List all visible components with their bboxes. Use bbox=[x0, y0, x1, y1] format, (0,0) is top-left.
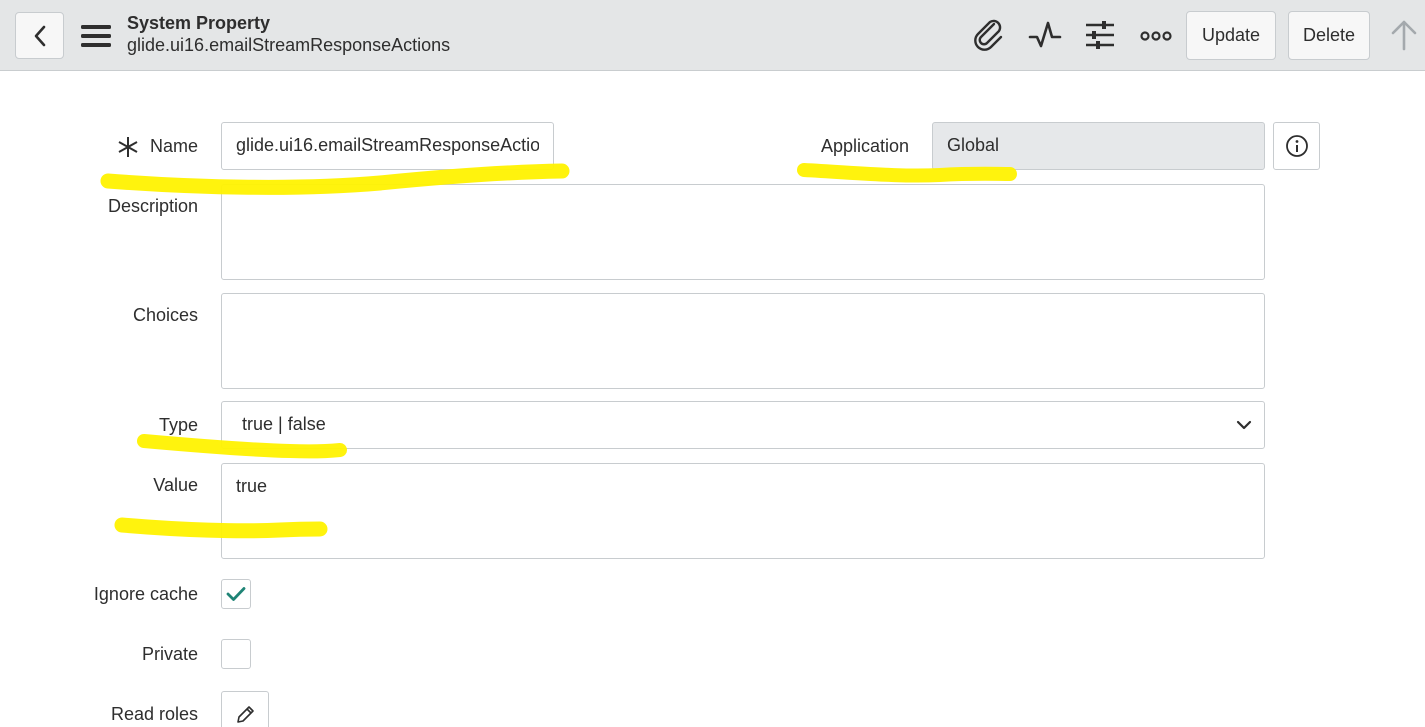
read-roles-edit-button[interactable] bbox=[221, 691, 269, 727]
pencil-icon bbox=[237, 706, 254, 723]
application-field: Global bbox=[932, 122, 1265, 170]
more-horizontal-icon bbox=[1140, 31, 1172, 41]
arrow-up-icon bbox=[1391, 20, 1417, 51]
application-label: Application bbox=[820, 136, 909, 156]
name-field-value: glide.ui16.emailStreamResponseActions bbox=[236, 135, 539, 155]
page-subtitle: glide.ui16.emailStreamResponseActions bbox=[127, 35, 451, 55]
activity-pulse-icon bbox=[1028, 21, 1062, 48]
scroll-top-button[interactable] bbox=[1386, 17, 1422, 53]
page-title: System Property bbox=[127, 13, 271, 33]
private-checkbox[interactable] bbox=[221, 639, 251, 669]
back-button[interactable] bbox=[15, 12, 64, 59]
ignore-cache-checkbox[interactable] bbox=[221, 579, 251, 609]
info-icon bbox=[1285, 135, 1308, 157]
application-field-value: Global bbox=[947, 135, 1000, 155]
type-label: Type bbox=[158, 415, 198, 435]
form-header: System Property glide.ui16.emailStreamRe… bbox=[0, 0, 1425, 71]
value-field-value: true bbox=[236, 476, 268, 496]
private-label: Private bbox=[141, 644, 198, 664]
activity-button[interactable] bbox=[1027, 17, 1063, 53]
chevron-down-icon bbox=[1236, 420, 1252, 430]
sliders-icon bbox=[1086, 21, 1114, 49]
name-label: Name bbox=[149, 136, 198, 156]
update-button[interactable]: Update bbox=[1186, 11, 1276, 60]
type-select-value: true | false bbox=[242, 414, 326, 434]
attachment-button[interactable] bbox=[971, 17, 1007, 53]
delete-button[interactable]: Delete bbox=[1288, 11, 1370, 60]
read-roles-label: Read roles bbox=[110, 704, 198, 724]
ignore-cache-label: Ignore cache bbox=[93, 584, 198, 604]
hamburger-menu-icon[interactable] bbox=[80, 23, 112, 49]
value-textarea[interactable]: true bbox=[221, 463, 1265, 559]
application-info-button[interactable] bbox=[1273, 122, 1320, 170]
settings-sliders-button[interactable] bbox=[1082, 17, 1118, 53]
title-block: System Property glide.ui16.emailStreamRe… bbox=[127, 12, 450, 56]
description-textarea[interactable] bbox=[221, 184, 1265, 280]
type-select[interactable]: true | false bbox=[221, 401, 1265, 449]
choices-label: Choices bbox=[132, 305, 198, 325]
choices-textarea[interactable] bbox=[221, 293, 1265, 389]
paperclip-icon bbox=[974, 19, 1003, 51]
value-label: Value bbox=[153, 475, 198, 495]
name-field[interactable]: glide.ui16.emailStreamResponseActions bbox=[221, 122, 554, 170]
more-options-button[interactable] bbox=[1138, 17, 1174, 53]
description-label: Description bbox=[107, 196, 198, 216]
checkmark-icon bbox=[226, 587, 246, 601]
chevron-left-icon bbox=[34, 25, 45, 46]
